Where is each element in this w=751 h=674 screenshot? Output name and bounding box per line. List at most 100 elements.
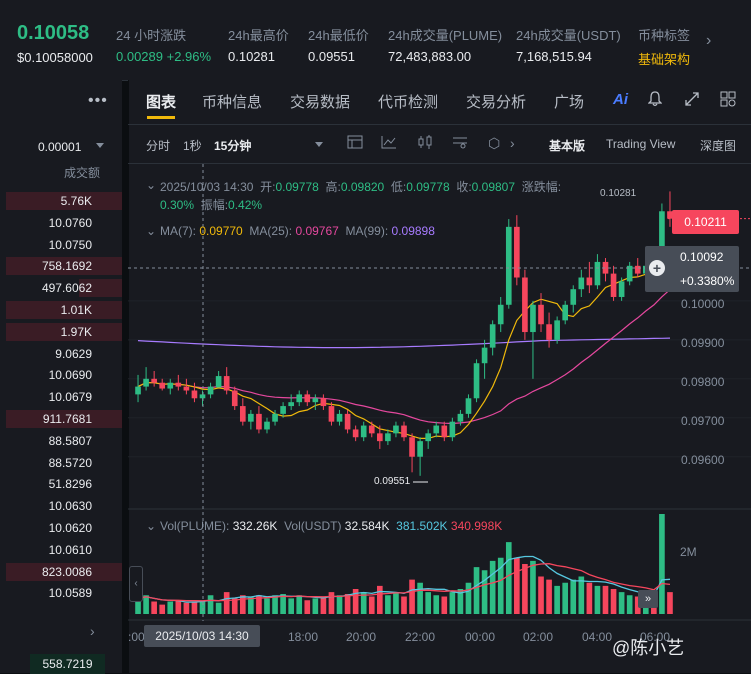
time-tick: 20:00 [346,630,377,644]
tab-square[interactable]: 广场 [554,91,584,112]
tab-token-check[interactable]: 代币检测 [378,91,438,112]
volume-bar [377,585,383,614]
layout-icon[interactable] [720,91,736,111]
ma25-label: MA(25): [249,224,293,238]
candle-body [183,386,190,391]
timeframe-line[interactable]: 分时 [146,137,170,154]
chevron-right-icon[interactable]: › [90,623,95,639]
bell-icon[interactable] [647,91,663,111]
chevron-right-icon[interactable]: › [706,32,711,50]
tab-chart[interactable]: 图表 [146,91,176,112]
candle-body [256,413,262,430]
order-book-amount: 1.97K [60,324,92,339]
candle-body [215,376,222,388]
volume-bar [207,595,214,614]
order-book-row[interactable]: 911.7681 [0,410,122,428]
order-book-row[interactable]: 88.5807 [0,432,110,450]
timeframe-15m[interactable]: 15分钟 [214,137,251,154]
order-book-row[interactable]: 1.01K [0,301,122,319]
ohlc-low: 0.09778 [406,180,450,194]
vol-base-value: 72,483,883.00 [388,49,472,64]
vol-quote-label: 24h成交量(USDT) [516,28,621,43]
view-basic[interactable]: 基本版 [549,137,585,154]
order-book-row[interactable]: 758.1692 [0,257,122,276]
tab-trade-analysis[interactable]: 交易分析 [466,91,526,112]
volume-bar [385,595,391,614]
candle-body [248,413,254,422]
tab-active-indicator [147,116,175,119]
indicator-icon[interactable] [347,135,363,152]
candle-body [239,406,246,422]
chevron-right-icon[interactable]: › [510,135,515,151]
order-book-row[interactable]: 497.6062 [0,279,122,298]
chevron-down-icon[interactable] [96,143,104,148]
view-depth[interactable]: 深度图 [700,137,736,154]
order-book-row[interactable]: 1.97K [0,322,122,341]
view-tradingview[interactable]: Trading View [606,137,675,151]
price-tick: 0.09700 [681,414,725,428]
divider [128,124,751,125]
order-book-row[interactable]: 51.8296 [0,475,110,493]
watermark: @陈小艺 [612,638,685,658]
order-book-amount: 5.76K [60,194,92,208]
volume-bar [159,604,166,614]
plus-icon[interactable]: + [649,260,665,276]
order-book-row[interactable]: 10.0630 [0,497,110,515]
expand-icon[interactable] [684,91,700,111]
candle-body [143,378,149,387]
order-book-amount: 758.1692 [41,259,92,274]
ma25-line [137,289,671,425]
volume-axis-label: 2M [680,545,697,559]
precision-select[interactable]: 0.00001 [38,140,81,154]
order-book-row[interactable]: 10.0610 [0,541,110,559]
order-book-row[interactable]: 5.76K [0,192,122,210]
collapse-icon[interactable]: ⌄ [146,224,156,238]
candle-body [554,320,560,340]
high-label: 24h最高价 [228,28,289,43]
collapse-icon[interactable]: ⌄ [146,519,156,533]
volume-bar [481,570,488,614]
settings-icon[interactable] [452,135,468,152]
order-book-row[interactable]: 823.0086 [0,562,122,581]
tag-value[interactable]: 基础架构 [638,49,690,68]
candle-body [409,437,415,457]
volume-bar [449,592,456,614]
scroll-right-button[interactable]: » [638,590,658,608]
order-book-amount: 823.0086 [41,564,92,579]
order-book-row[interactable]: 10.0760 [0,214,110,232]
low-label: 24h最低价 [308,28,369,43]
order-book-row[interactable]: 10.0750 [0,236,110,254]
ai-icon[interactable]: Ai [613,91,628,108]
candle-body [618,281,625,297]
order-book-row[interactable]: 10.0679 [0,388,110,406]
vol-ma1: 381.502K [396,519,448,533]
candle-icon[interactable] [417,135,433,152]
order-book-row[interactable]: 10.0620 [0,519,110,537]
candle-body [546,324,552,340]
ohlc-info: 2025/10/03 14:30 开:0.09778 高:0.09820 低:0… [160,178,561,195]
timeframe-1s[interactable]: 1秒 [183,137,202,154]
volume-bar [304,600,311,614]
order-book-row[interactable]: 10.0589 [0,584,110,602]
tab-trade-data[interactable]: 交易数据 [290,91,350,112]
ma99-value: 0.09898 [391,224,435,238]
more-icon[interactable]: ••• [88,92,108,110]
ohlc-low-label: 低: [390,180,407,194]
tab-coin-info[interactable]: 币种信息 [202,91,262,112]
order-book-row[interactable]: 9.0629 [0,345,110,363]
volume-bar [393,592,399,614]
collapse-icon[interactable]: ⌄ [146,178,156,192]
line-chart-icon[interactable] [381,135,397,152]
scroll-left-button[interactable]: ‹ [129,566,143,602]
hexagon-icon[interactable]: ⬡ [488,135,500,152]
candle-body [473,363,480,399]
chevron-down-icon[interactable] [315,142,323,147]
volume-bar [264,598,270,614]
order-book-row[interactable]: 88.5720 [0,454,110,472]
order-book-amount: 10.0630 [48,499,92,514]
volume-bar [586,582,593,614]
candle-body [489,324,496,348]
candle-body [594,261,601,286]
order-book-row[interactable]: 10.0690 [0,366,110,384]
volume-bar [610,589,617,614]
